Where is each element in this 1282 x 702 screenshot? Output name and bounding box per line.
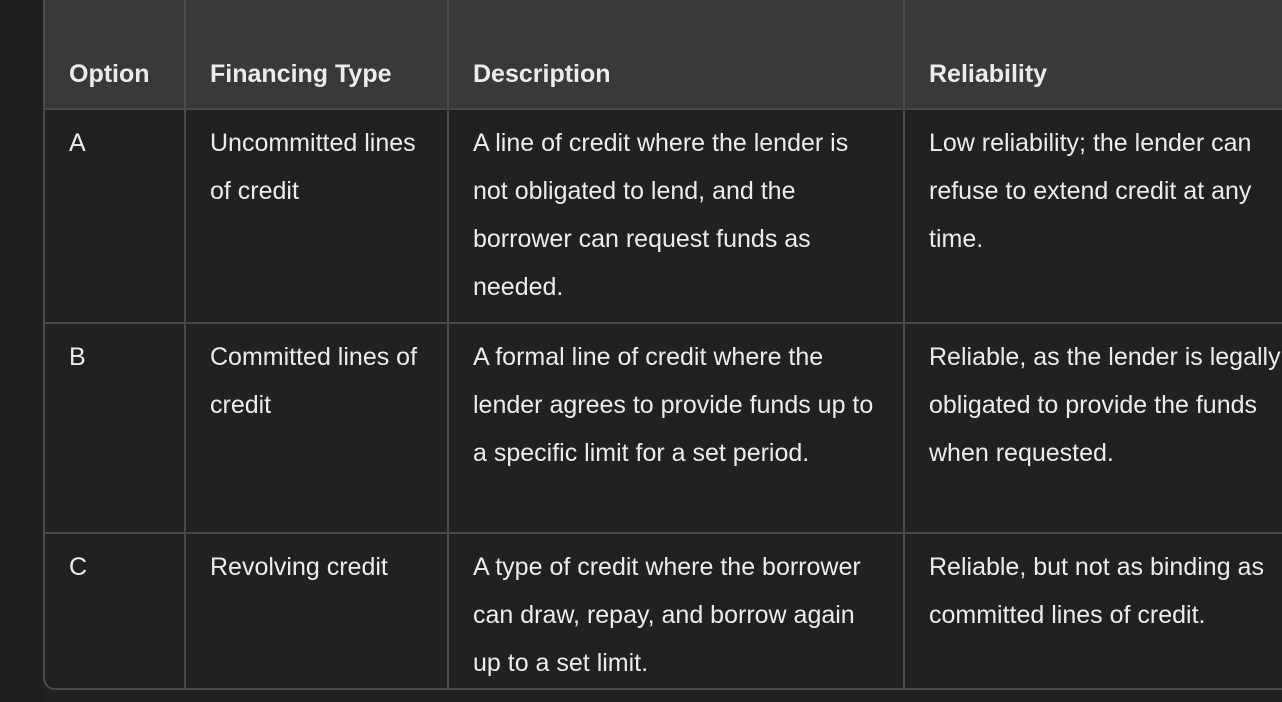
- cell-description: A formal line of credit where the lender…: [447, 322, 905, 534]
- header-reliability: Reliability: [903, 0, 1282, 110]
- cell-description: A line of credit where the lender is not…: [447, 108, 905, 324]
- cell-description: A type of credit where the borrower can …: [447, 532, 905, 688]
- table-row: B Committed lines of credit A formal lin…: [45, 322, 1282, 534]
- cell-reliability: Low reliability; the lender can refuse t…: [903, 108, 1282, 324]
- cell-reliability: Reliable, as the lender is legally oblig…: [903, 322, 1282, 534]
- financing-table-container: Option Financing Type Description Reliab…: [43, 0, 1282, 690]
- cell-option: B: [45, 322, 186, 534]
- cell-option: A: [45, 108, 186, 324]
- table-row: C Revolving credit A type of credit wher…: [45, 532, 1282, 688]
- table-header-row: Option Financing Type Description Reliab…: [45, 0, 1282, 110]
- table-row: A Uncommitted lines of credit A line of …: [45, 108, 1282, 324]
- financing-table: Option Financing Type Description Reliab…: [45, 0, 1282, 688]
- page-gutter: [0, 0, 43, 702]
- header-financing-type: Financing Type: [184, 0, 449, 110]
- cell-financing-type: Committed lines of credit: [184, 322, 449, 534]
- header-option: Option: [45, 0, 186, 110]
- cell-reliability: Reliable, but not as binding as committe…: [903, 532, 1282, 688]
- cell-financing-type: Revolving credit: [184, 532, 449, 688]
- cell-option: C: [45, 532, 186, 688]
- cell-financing-type: Uncommitted lines of credit: [184, 108, 449, 324]
- header-description: Description: [447, 0, 905, 110]
